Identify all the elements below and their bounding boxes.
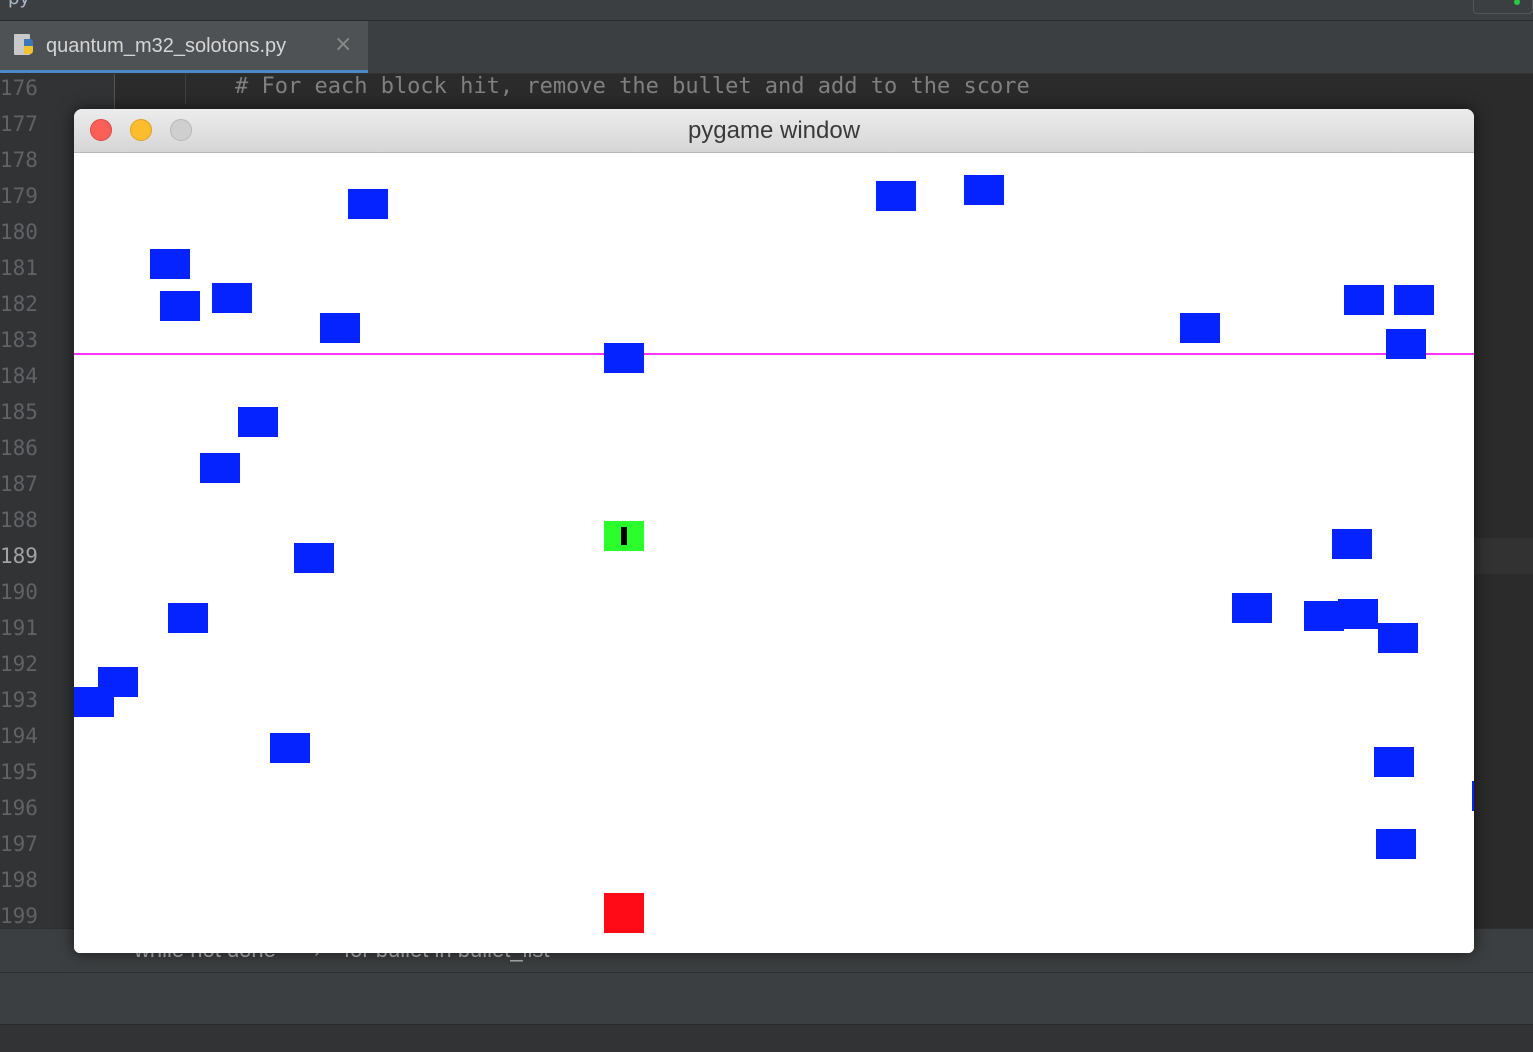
block [1394, 285, 1434, 315]
editor-tab-bar: quantum_m32_solotons.py × [0, 21, 1533, 74]
block [1332, 529, 1372, 559]
line-number: 180 [0, 220, 38, 244]
block [270, 733, 310, 763]
block [160, 291, 200, 321]
line-number: 176 [0, 76, 38, 100]
player-block [604, 893, 644, 933]
block [876, 181, 916, 211]
status-dot-icon [1514, 0, 1520, 5]
line-number: 193 [0, 688, 38, 712]
line-number: 192 [0, 652, 38, 676]
block [604, 343, 644, 373]
indent-guide [185, 74, 186, 104]
block [1344, 285, 1384, 315]
block [1386, 329, 1426, 359]
block [238, 407, 278, 437]
target-line [74, 353, 1474, 355]
block [320, 313, 360, 343]
game-canvas[interactable] [74, 153, 1474, 953]
line-number: 190 [0, 580, 38, 604]
line-number: 196 [0, 796, 38, 820]
block [168, 603, 208, 633]
block [1232, 593, 1272, 623]
line-number: 194 [0, 724, 38, 748]
line-number: 197 [0, 832, 38, 856]
line-number: 181 [0, 256, 38, 280]
line-number: 177 [0, 112, 38, 136]
block [1376, 829, 1416, 859]
line-number: 183 [0, 328, 38, 352]
block [1180, 313, 1220, 343]
file-tab-label: quantum_m32_solotons.py [46, 35, 287, 57]
block [964, 175, 1004, 205]
line-number: 179 [0, 184, 38, 208]
close-tab-icon[interactable]: × [334, 32, 352, 57]
block [200, 453, 240, 483]
line-number: 199 [0, 904, 38, 928]
line-number: 198 [0, 868, 38, 892]
line-number: 187 [0, 472, 38, 496]
block [294, 543, 334, 573]
python-file-icon [14, 34, 33, 55]
line-number: 186 [0, 436, 38, 460]
block [150, 249, 190, 279]
bullet [621, 527, 627, 545]
pygame-window[interactable]: pygame window [74, 109, 1474, 953]
window-title: pygame window [687, 117, 861, 144]
ide-top-bar: py [0, 0, 1533, 21]
line-number: 184 [0, 364, 38, 388]
window-title-bar[interactable]: pygame window [74, 109, 1474, 153]
line-number: 188 [0, 508, 38, 532]
top-bar-text: py [8, 0, 30, 9]
code-comment-line[interactable]: # For each block hit, remove the bullet … [235, 74, 1030, 99]
line-number: 195 [0, 760, 38, 784]
line-number: 178 [0, 148, 38, 172]
block [212, 283, 252, 313]
block [1378, 623, 1418, 653]
line-number: 185 [0, 400, 38, 424]
line-number-current: 189 [0, 544, 38, 568]
block [1338, 599, 1378, 629]
line-number: 191 [0, 616, 38, 640]
block [348, 189, 388, 219]
line-number: 182 [0, 292, 38, 316]
file-tab[interactable]: quantum_m32_solotons.py × [0, 21, 368, 73]
block-partial [1472, 781, 1474, 811]
block [74, 687, 114, 717]
run-status-widget[interactable] [1473, 0, 1533, 14]
status-bar [0, 1024, 1533, 1052]
tool-window-bar [0, 972, 1533, 1025]
block [1374, 747, 1414, 777]
